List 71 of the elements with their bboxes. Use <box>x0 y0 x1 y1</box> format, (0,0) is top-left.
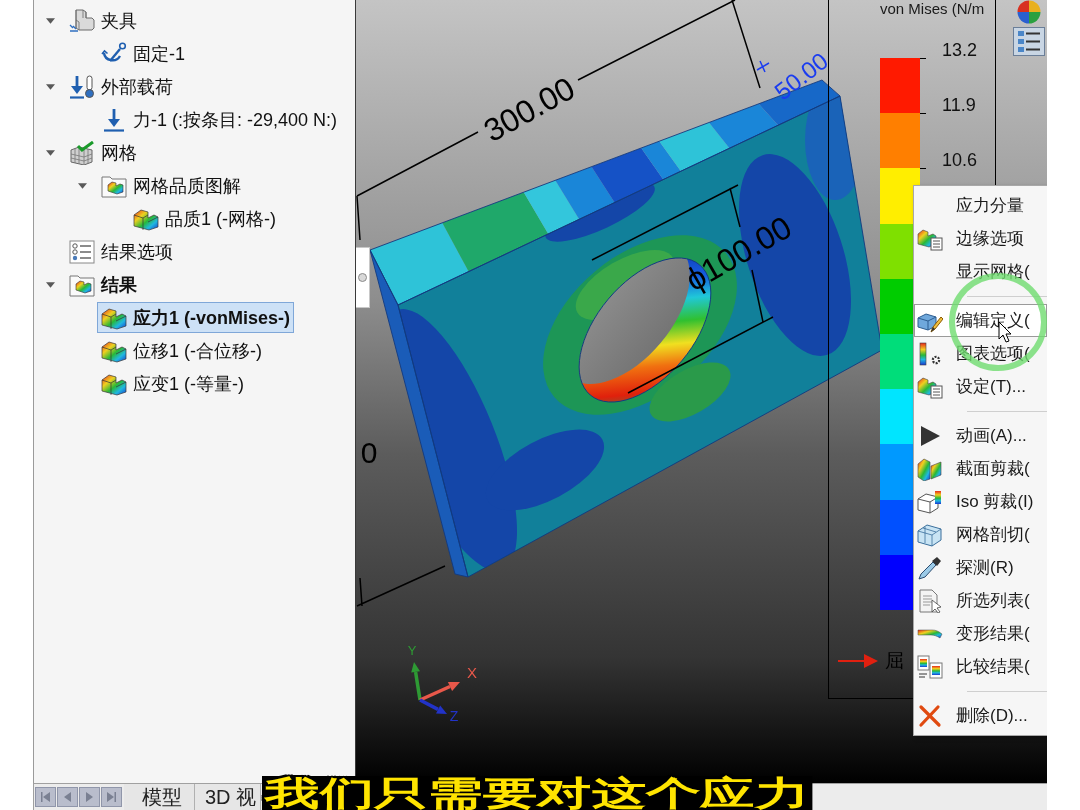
tree-item[interactable]: 力-1 (:按条目: -29,400 N:) <box>97 104 342 135</box>
folder-icon <box>69 272 95 297</box>
menu-item[interactable]: 比较结果( <box>914 650 1047 683</box>
tree-item[interactable]: 结果 <box>65 269 141 300</box>
last-icon <box>107 792 116 802</box>
tree-item[interactable]: 结果选项 <box>65 236 177 267</box>
rainbow-block-icon <box>101 338 127 363</box>
subtitle-caption: 我们只需要对这个应力 <box>262 776 813 810</box>
axis-label: X <box>467 664 477 681</box>
scale-label: 13.2 <box>942 39 978 61</box>
right-arrow-icon <box>838 654 878 668</box>
tree-item[interactable]: 品质1 (-网格-) <box>129 203 280 234</box>
menu-item[interactable]: 边缘选项 <box>914 222 1047 255</box>
menu-item[interactable]: 变形结果( <box>914 617 1047 650</box>
scale-label: 10.6 <box>942 149 978 171</box>
rainbow-block-icon <box>101 305 127 330</box>
rainbow-block-icon <box>133 206 159 231</box>
menu-item[interactable]: 显示网格( <box>914 255 1047 288</box>
list-icon[interactable] <box>1013 27 1045 56</box>
delete-icon <box>917 703 943 728</box>
previous-icon <box>64 792 71 802</box>
menu-item[interactable]: 截面剪裁( <box>914 452 1047 485</box>
axis-label: Y <box>407 643 417 658</box>
axis-label: Z <box>449 708 459 724</box>
wireframe-box-icon <box>917 522 943 547</box>
tree-item[interactable]: 夹具 <box>65 5 141 36</box>
tree-item[interactable]: 应变1 (-等量-) <box>97 368 248 399</box>
arrow-thermometer-icon <box>69 74 95 99</box>
tab[interactable]: 3D 视 <box>195 783 262 810</box>
block-list-icon <box>917 226 943 251</box>
color-scale-icon <box>917 341 943 366</box>
tree-item[interactable]: 外部载荷 <box>65 71 177 102</box>
menu-item[interactable]: 所选列表( <box>914 584 1047 617</box>
menu-item[interactable]: 设定(T)... <box>914 370 1047 403</box>
caret-icon[interactable] <box>45 281 55 288</box>
first-icon <box>41 792 50 802</box>
menu-item[interactable]: 探测(R) <box>914 551 1047 584</box>
caret-icon[interactable] <box>45 149 55 156</box>
caret-icon[interactable] <box>45 83 55 90</box>
menu-item[interactable]: 应力分量 <box>914 189 1047 222</box>
folder-icon <box>101 173 127 198</box>
caret-icon[interactable] <box>77 182 87 189</box>
split-block-icon <box>917 456 943 481</box>
pipette-icon <box>917 555 943 580</box>
next-icon <box>86 792 93 802</box>
scale-label: 11.9 <box>942 94 976 116</box>
rainbow-block-icon <box>101 371 127 396</box>
dimension-label: 0 <box>360 435 378 469</box>
menu-item[interactable]: Iso 剪裁(I) <box>914 485 1047 518</box>
pie-chart-icon[interactable] <box>1017 0 1041 24</box>
menu-item[interactable]: 动画(A)... <box>914 419 1047 452</box>
menu-item[interactable]: 网格剖切( <box>914 518 1047 551</box>
down-arrow-icon <box>101 107 127 132</box>
block-list-icon <box>917 374 943 399</box>
tab[interactable]: 模型 <box>124 783 195 810</box>
tree-item[interactable]: 网格 <box>65 137 141 168</box>
cube-color-bar-icon <box>917 489 943 514</box>
knob-icon <box>358 273 367 282</box>
tree-item[interactable]: 位移1 (-合位移-) <box>97 335 266 366</box>
caret-icon[interactable] <box>45 17 55 24</box>
mesh-check-icon <box>69 140 95 165</box>
checklist-icon <box>69 239 95 264</box>
legend-title: von Mises (N/m <box>880 0 985 17</box>
compare-docs-icon <box>917 654 943 679</box>
menu-item[interactable]: 删除(D)... <box>914 699 1047 732</box>
document-cursor-icon <box>917 588 943 613</box>
panel-handle[interactable] <box>356 247 370 308</box>
tree-item[interactable]: 固定-1 <box>97 38 189 69</box>
hatched-block-icon <box>69 8 95 33</box>
tree-item[interactable]: 应力1 (-vonMises-) <box>97 302 295 333</box>
tree-item[interactable]: 网格品质图解 <box>97 170 245 201</box>
